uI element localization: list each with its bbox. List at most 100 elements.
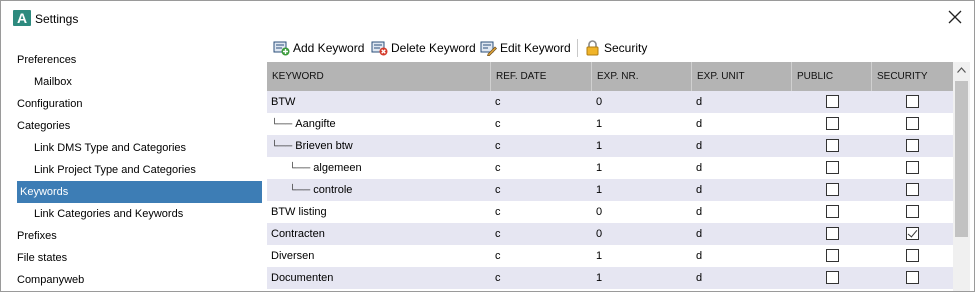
edit-keyword-button[interactable]: Edit Keyword — [480, 37, 571, 59]
exp-nr-cell: 0 — [596, 96, 603, 108]
sidebar-item-companyweb[interactable]: Companyweb — [17, 269, 84, 291]
sidebar-item-file-states[interactable]: File states — [17, 247, 67, 269]
security-checkbox[interactable] — [906, 161, 919, 174]
public-checkbox[interactable] — [826, 271, 839, 284]
table-row[interactable]: BTW listing c 0 d — [267, 201, 953, 223]
sidebar-item-link-categories-keywords[interactable]: Link Categories and Keywords — [34, 203, 183, 225]
public-checkbox[interactable] — [826, 95, 839, 108]
exp-nr-cell: 1 — [596, 184, 603, 196]
sidebar-item-configuration[interactable]: Configuration — [17, 93, 82, 115]
exp-nr-cell: 1 — [596, 272, 603, 284]
vertical-scrollbar[interactable] — [953, 62, 970, 291]
table-row[interactable]: └── algemeen c 1 d — [267, 157, 953, 179]
public-checkbox[interactable] — [826, 205, 839, 218]
grid-header: KEYWORD REF. DATE EXP. NR. EXP. UNIT PUB… — [267, 62, 953, 91]
keyword-text: Aangifte — [295, 118, 336, 130]
exp-nr-cell: 0 — [596, 206, 603, 218]
column-header-public[interactable]: PUBLIC — [792, 62, 872, 91]
sidebar-item-link-dms-type[interactable]: Link DMS Type and Categories — [34, 137, 186, 159]
ref-date-cell: c — [495, 118, 501, 130]
security-checkbox[interactable] — [906, 249, 919, 262]
keyword-cell: Contracten — [267, 223, 491, 245]
exp-nr-cell: 1 — [596, 118, 603, 130]
ref-date-cell: c — [495, 206, 501, 218]
table-row[interactable]: Documenten c 1 d — [267, 267, 953, 289]
sidebar-item-mailbox[interactable]: Mailbox — [34, 71, 72, 93]
exp-unit-cell: d — [696, 118, 703, 130]
tree-connector: └── — [289, 185, 311, 196]
keyword-text: algemeen — [313, 162, 362, 174]
column-header-security[interactable]: SECURITY — [872, 62, 953, 91]
table-row[interactable]: Diversen c 1 d — [267, 245, 953, 267]
sidebar-item-link-project-type[interactable]: Link Project Type and Categories — [34, 159, 196, 181]
edit-keyword-label: Edit Keyword — [500, 41, 571, 55]
keyword-cell: Documenten — [267, 267, 491, 289]
sidebar-item-prefixes[interactable]: Prefixes — [17, 225, 57, 247]
public-checkbox[interactable] — [826, 117, 839, 130]
keyword-cell: BTW listing — [267, 201, 491, 223]
exp-nr-cell: 1 — [596, 140, 603, 152]
table-row[interactable]: └── Brieven btw c 1 d — [267, 135, 953, 157]
add-keyword-icon — [273, 41, 290, 56]
security-checkbox[interactable] — [906, 183, 919, 196]
table-row[interactable]: Contracten c 0 d — [267, 223, 953, 245]
security-checkbox[interactable] — [906, 227, 919, 240]
add-keyword-button[interactable]: Add Keyword — [273, 37, 364, 59]
sidebar-item-categories[interactable]: Categories — [17, 115, 70, 137]
keywords-grid: KEYWORD REF. DATE EXP. NR. EXP. UNIT PUB… — [267, 62, 953, 291]
settings-sidebar: Preferences Mailbox Configuration Catego… — [11, 49, 263, 291]
close-icon — [948, 10, 962, 24]
security-button[interactable]: Security — [584, 37, 647, 59]
exp-unit-cell: d — [696, 96, 703, 108]
ref-date-cell: c — [495, 228, 501, 240]
public-checkbox[interactable] — [826, 227, 839, 240]
public-checkbox[interactable] — [826, 183, 839, 196]
exp-nr-cell: 1 — [596, 162, 603, 174]
security-checkbox[interactable] — [906, 117, 919, 130]
ref-date-cell: c — [495, 272, 501, 284]
ref-date-cell: c — [495, 184, 501, 196]
exp-unit-cell: d — [696, 184, 703, 196]
ref-date-cell: c — [495, 140, 501, 152]
security-checkbox[interactable] — [906, 139, 919, 152]
public-checkbox[interactable] — [826, 161, 839, 174]
sidebar-item-keywords[interactable]: Keywords — [17, 181, 262, 203]
tree-connector: └── — [271, 119, 293, 130]
column-header-keyword[interactable]: KEYWORD — [267, 62, 491, 91]
sidebar-item-preferences[interactable]: Preferences — [17, 49, 76, 71]
keyword-cell: └── Aangifte — [267, 113, 491, 135]
table-row[interactable]: BTW c 0 d — [267, 91, 953, 113]
table-row[interactable]: └── Aangifte c 1 d — [267, 113, 953, 135]
table-row[interactable]: └── controle c 1 d — [267, 179, 953, 201]
tree-connector: └── — [271, 141, 293, 152]
column-header-ref-date[interactable]: REF. DATE — [491, 62, 592, 91]
exp-unit-cell: d — [696, 162, 703, 174]
scroll-up-button[interactable] — [953, 62, 970, 79]
exp-unit-cell: d — [696, 228, 703, 240]
exp-nr-cell: 0 — [596, 228, 603, 240]
security-checkbox[interactable] — [906, 95, 919, 108]
scroll-thumb[interactable] — [955, 81, 968, 237]
keyword-text: controle — [313, 184, 353, 196]
ref-date-cell: c — [495, 250, 501, 262]
keyword-text: Contracten — [271, 228, 325, 240]
tree-connector: └── — [289, 163, 311, 174]
column-header-exp-unit[interactable]: EXP. UNIT — [692, 62, 792, 91]
public-checkbox[interactable] — [826, 139, 839, 152]
security-checkbox[interactable] — [906, 205, 919, 218]
column-header-exp-nr[interactable]: EXP. NR. — [592, 62, 692, 91]
delete-keyword-button[interactable]: Delete Keyword — [371, 37, 476, 59]
keyword-text: BTW — [271, 96, 296, 108]
exp-unit-cell: d — [696, 250, 703, 262]
public-checkbox[interactable] — [826, 249, 839, 262]
keyword-cell: └── controle — [267, 179, 491, 201]
security-checkbox[interactable] — [906, 271, 919, 284]
exp-unit-cell: d — [696, 206, 703, 218]
delete-keyword-label: Delete Keyword — [391, 41, 476, 55]
lock-icon — [586, 40, 599, 56]
keyword-cell: BTW — [267, 91, 491, 113]
delete-keyword-icon — [371, 41, 388, 56]
edit-keyword-icon — [480, 41, 497, 56]
close-button[interactable] — [946, 9, 964, 27]
ref-date-cell: c — [495, 162, 501, 174]
